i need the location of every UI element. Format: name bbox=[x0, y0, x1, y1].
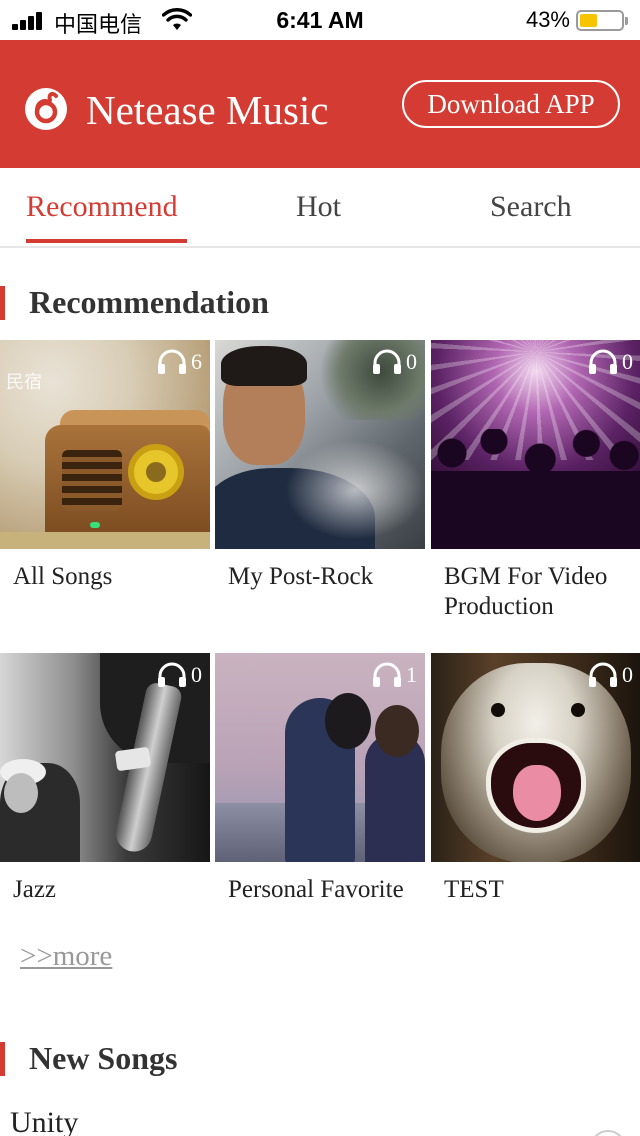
cover-text: 民宿 bbox=[6, 372, 42, 392]
new-songs-section-header: New Songs bbox=[0, 1040, 640, 1080]
headphones-icon bbox=[158, 662, 186, 687]
tab-recommend[interactable]: Recommend bbox=[26, 190, 178, 224]
tab-bar: Recommend Hot Search bbox=[0, 168, 640, 248]
play-count: 1 bbox=[372, 661, 417, 689]
app-header: Netease Music Download APP bbox=[0, 40, 640, 168]
tab-hot[interactable]: Hot bbox=[296, 190, 341, 224]
battery-icon bbox=[576, 10, 628, 31]
recommendation-title: Recommendation bbox=[29, 284, 269, 320]
play-count-value: 0 bbox=[622, 349, 633, 374]
playlist-title[interactable]: All Songs bbox=[13, 562, 203, 592]
play-count: 6 bbox=[157, 348, 202, 376]
section-accent-bar bbox=[0, 286, 5, 320]
play-count-value: 0 bbox=[406, 349, 417, 374]
play-count-value: 0 bbox=[622, 662, 633, 687]
play-count: 0 bbox=[372, 348, 417, 376]
tab-search[interactable]: Search bbox=[490, 190, 572, 224]
play-count-value: 1 bbox=[406, 662, 417, 687]
playlist-cover[interactable]: 0 bbox=[0, 653, 210, 862]
recommendation-section-header: Recommendation bbox=[0, 284, 640, 324]
headphones-icon bbox=[373, 349, 401, 374]
playlist-cover[interactable]: 0 bbox=[215, 340, 425, 549]
play-count-value: 0 bbox=[191, 662, 202, 687]
headphones-icon bbox=[373, 662, 401, 687]
playlist-title[interactable]: TEST bbox=[444, 875, 634, 905]
more-link[interactable]: >>more bbox=[20, 940, 112, 973]
playlist-title[interactable]: My Post-Rock bbox=[228, 562, 418, 592]
download-app-button[interactable]: Download APP bbox=[402, 80, 620, 128]
headphones-icon bbox=[158, 349, 186, 374]
app-title: Netease Music bbox=[86, 87, 329, 133]
headphones-icon bbox=[589, 662, 617, 687]
netease-music-logo-icon bbox=[25, 88, 67, 130]
playlist-title[interactable]: Jazz bbox=[13, 875, 203, 905]
play-count: 0 bbox=[588, 661, 633, 689]
play-count: 0 bbox=[588, 348, 633, 376]
playlist-cover[interactable]: 0 bbox=[431, 653, 640, 862]
song-title[interactable]: Unity bbox=[10, 1106, 78, 1136]
playlist-cover[interactable]: 民宿 6 bbox=[0, 340, 210, 549]
playlist-cover[interactable]: 0 bbox=[431, 340, 640, 549]
status-bar: 中国电信 6:41 AM 43% bbox=[0, 0, 640, 40]
playlist-cover[interactable]: 1 bbox=[215, 653, 425, 862]
headphones-icon bbox=[589, 349, 617, 374]
section-accent-bar bbox=[0, 1042, 5, 1076]
playlist-title[interactable]: Personal Favorite bbox=[228, 875, 418, 905]
battery-fill bbox=[580, 14, 598, 27]
playlist-title[interactable]: BGM For Video Production bbox=[444, 562, 634, 622]
play-count: 0 bbox=[157, 661, 202, 689]
new-songs-title: New Songs bbox=[29, 1040, 178, 1076]
active-tab-indicator bbox=[26, 239, 187, 243]
battery-percent: 43% bbox=[525, 7, 570, 32]
play-count-value: 6 bbox=[191, 349, 202, 374]
play-button-icon[interactable] bbox=[590, 1130, 626, 1136]
